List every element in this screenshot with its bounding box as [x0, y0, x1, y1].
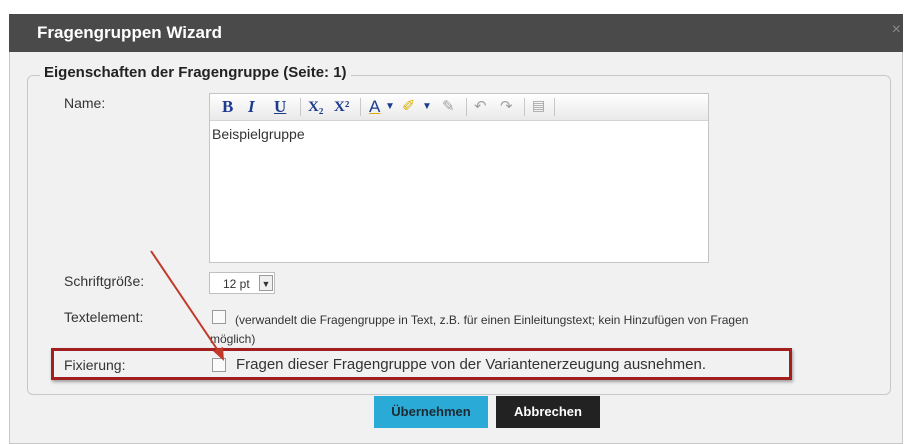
close-icon[interactable]: ×	[892, 21, 901, 39]
toolbar-separator	[466, 98, 467, 116]
chevron-down-icon[interactable]: ▼	[259, 275, 273, 291]
dialog-titlebar: Fragengruppen Wizard ×	[9, 14, 903, 52]
name-label: Name:	[64, 95, 106, 111]
editor-toolbar: B I U X₂ X² A ▼ ✐ ▼ ✎ ↶ ↷ ▤	[210, 94, 708, 121]
paste-icon[interactable]: ▤	[532, 97, 545, 117]
superscript-icon[interactable]: X²	[334, 97, 349, 117]
textelement-label: Textelement:	[64, 309, 144, 325]
redo-icon[interactable]: ↷	[500, 97, 513, 117]
fontsize-select[interactable]: 12 pt ▼	[209, 272, 275, 294]
bold-icon[interactable]: B	[222, 97, 233, 117]
name-editor[interactable]: B I U X₂ X² A ▼ ✐ ▼ ✎ ↶ ↷ ▤ Beispielgrup…	[209, 93, 709, 263]
name-editor-text[interactable]: Beispielgruppe	[212, 126, 305, 142]
dialog-title: Fragengruppen Wizard	[37, 23, 222, 42]
font-color-icon[interactable]: A	[369, 97, 380, 117]
chevron-down-icon[interactable]: ▼	[385, 97, 395, 117]
highlight-icon[interactable]: ✐	[402, 97, 415, 117]
toolbar-separator	[360, 98, 361, 116]
textelement-description: (verwandelt die Fragengruppe in Text, z.…	[235, 313, 749, 327]
clear-format-icon[interactable]: ✎	[442, 97, 455, 117]
highlight-box	[51, 348, 792, 380]
cancel-button[interactable]: Abbrechen	[496, 396, 600, 428]
italic-icon[interactable]: I	[248, 97, 255, 117]
chevron-down-icon[interactable]: ▼	[422, 97, 432, 117]
fontsize-value: 12 pt	[223, 277, 250, 291]
toolbar-separator	[524, 98, 525, 116]
toolbar-separator	[554, 98, 555, 116]
apply-button[interactable]: Übernehmen	[374, 396, 488, 428]
textelement-description-cont: möglich)	[210, 332, 256, 346]
fontsize-label: Schriftgröße:	[64, 273, 145, 289]
fieldset-legend: Eigenschaften der Fragengruppe (Seite: 1…	[40, 64, 351, 81]
subscript-icon[interactable]: X₂	[308, 97, 323, 117]
underline-icon[interactable]: U	[274, 97, 286, 117]
undo-icon[interactable]: ↶	[474, 97, 487, 117]
textelement-checkbox[interactable]	[212, 310, 226, 324]
toolbar-separator	[300, 98, 301, 116]
